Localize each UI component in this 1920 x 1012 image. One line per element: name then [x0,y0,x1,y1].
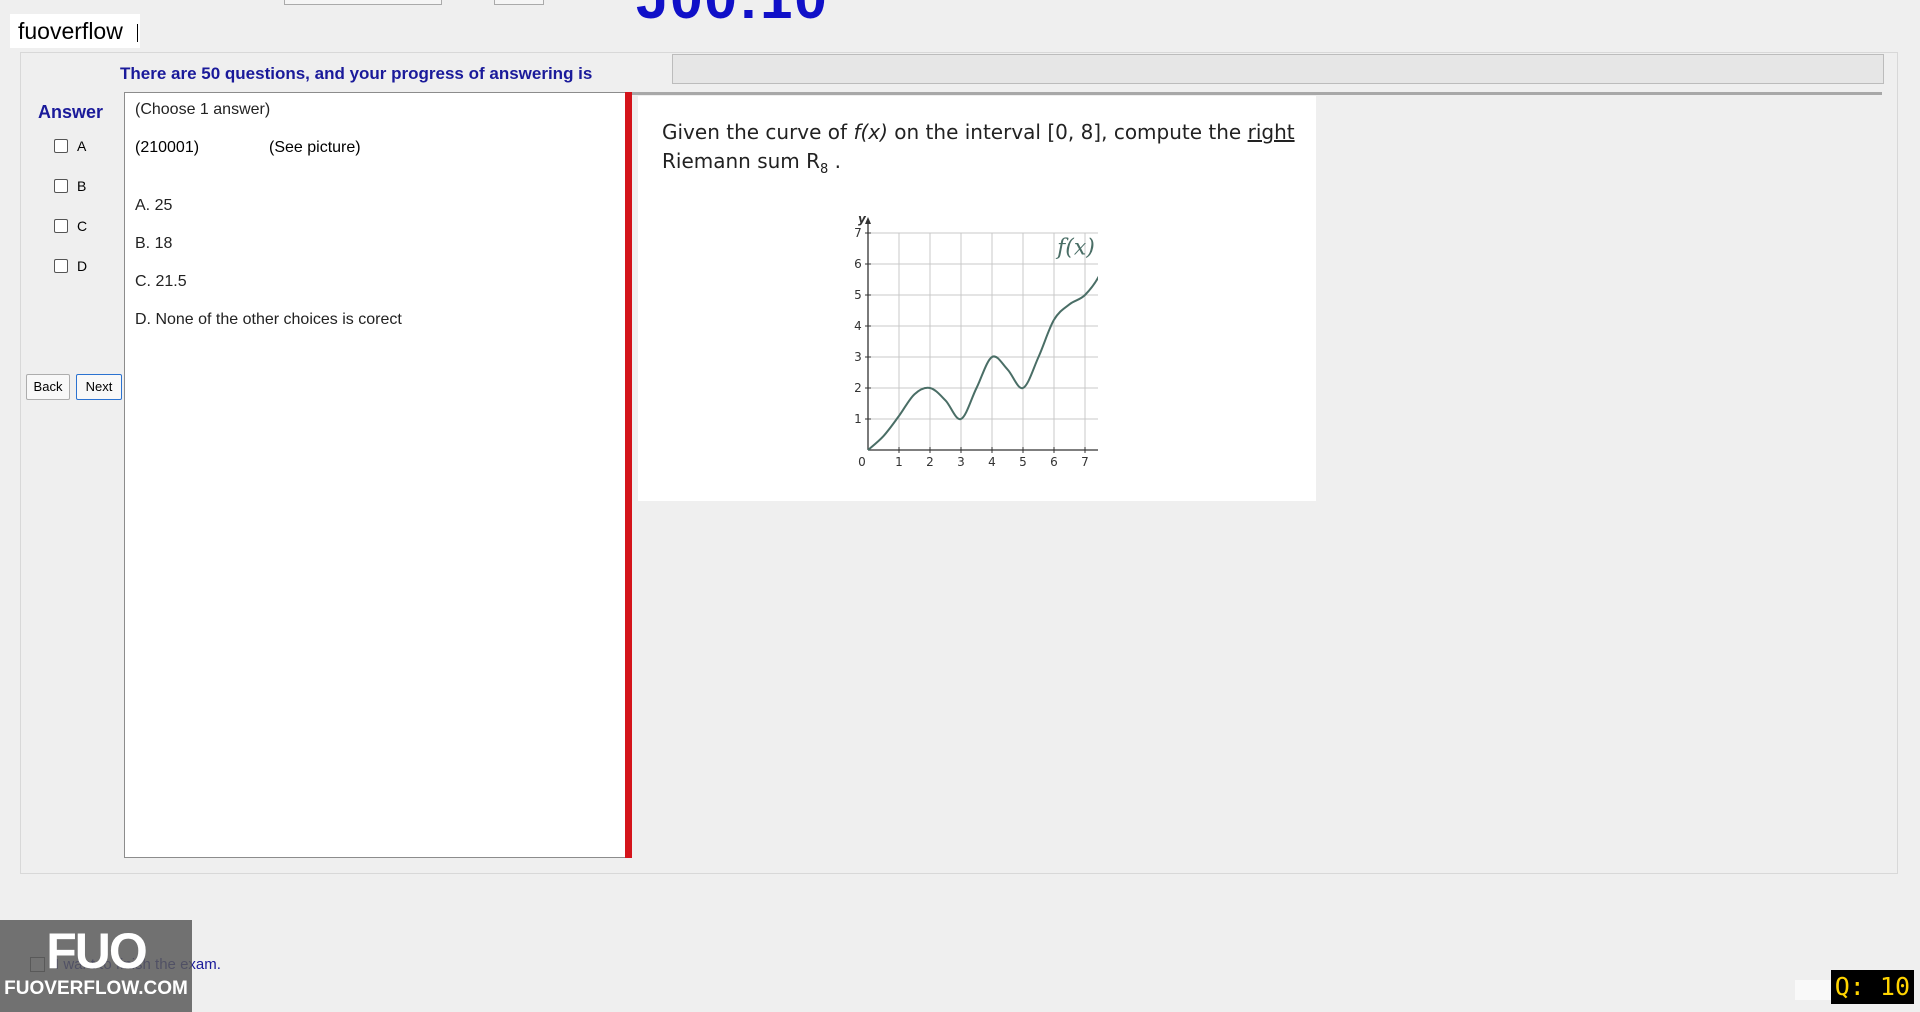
top-select-control[interactable] [284,0,442,5]
question-number-badge: Q: 10 [1830,970,1914,1004]
fx-curve [867,275,1098,451]
x-tick-label: 1 [895,455,903,469]
choice-b: B. 18 [135,235,173,252]
y-tick-label: 2 [854,381,862,395]
next-button[interactable]: Next [76,374,122,400]
y-tick-label: 7 [854,226,862,240]
y-tick-label: 4 [854,319,862,333]
top-small-control[interactable] [494,0,544,5]
answer-option-a[interactable]: A [54,138,86,154]
x-tick-label: 0 [858,455,866,469]
function-graph: 0123456781234567xyf(x) [854,212,1098,469]
checkbox[interactable] [54,179,68,193]
y-tick-label: 6 [854,257,862,271]
checkbox[interactable] [54,139,68,153]
answer-option-d[interactable]: D [54,258,87,274]
problem-statement: Given the curve of f(x) on the interval … [662,120,1295,177]
answer-title: Answer [38,102,104,122]
x-tick-label: 3 [957,455,965,469]
y-tick-label: 3 [854,350,862,364]
choice-a: A. 25 [135,197,173,214]
y-axis-label: y [858,212,867,226]
x-tick-label: 7 [1081,455,1089,469]
question-panel: (Choose 1 answer) (210001) (See picture)… [124,92,628,858]
choice-d: D. None of the other choices is corect [135,311,402,328]
progress-text: There are 50 questions, and your progres… [120,64,593,83]
back-button[interactable]: Back [26,374,70,400]
answer-option-c[interactable]: C [54,218,87,234]
watermark-label: fuoverflow [10,14,140,48]
image-panel-border [632,92,1882,95]
panel-splitter[interactable] [625,92,632,858]
answer-option-b[interactable]: B [54,178,86,194]
y-axis-arrow [865,217,871,224]
x-tick-label: 2 [926,455,934,469]
exam-timer: J00:10 [636,0,829,28]
series-label: f(x) [1055,236,1095,261]
x-tick-label: 5 [1019,455,1027,469]
progress-bar [672,54,1884,84]
checkbox[interactable] [54,219,68,233]
y-tick-label: 5 [854,288,862,302]
x-tick-label: 4 [988,455,996,469]
question-see-picture: (See picture) [269,139,361,156]
question-instruction: (Choose 1 answer) [135,101,271,118]
choice-c: C. 21.5 [135,273,187,290]
y-tick-label: 1 [854,412,862,426]
question-image: Given the curve of f(x) on the interval … [638,96,1316,501]
x-tick-label: 6 [1050,455,1058,469]
question-code: (210001) [135,139,200,156]
site-logo: FUO FUOVERFLOW.COM [0,920,192,1012]
checkbox[interactable] [54,259,68,273]
